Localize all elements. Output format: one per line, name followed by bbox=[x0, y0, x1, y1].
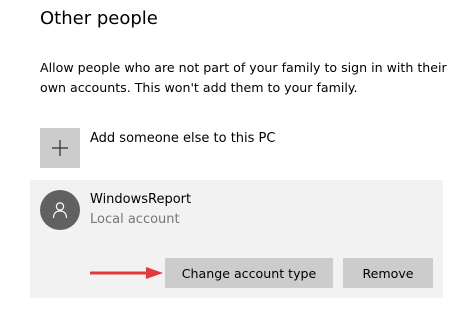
person-icon bbox=[52, 202, 68, 219]
add-someone-else-button[interactable]: Add someone else to this PC bbox=[40, 128, 275, 170]
account-type-label: Local account bbox=[90, 212, 180, 227]
change-account-type-button[interactable]: Change account type bbox=[165, 258, 333, 288]
page-title: Other people bbox=[40, 8, 158, 29]
red-arrow-annotation bbox=[90, 267, 163, 279]
add-someone-else-label: Add someone else to this PC bbox=[90, 131, 276, 146]
section-description: Allow people who are not part of your fa… bbox=[40, 60, 447, 95]
account-name: WindowsReport bbox=[90, 192, 192, 207]
add-user-tile[interactable] bbox=[40, 128, 80, 168]
avatar bbox=[40, 190, 80, 230]
plus-icon bbox=[52, 140, 68, 156]
account-item[interactable]: WindowsReport Local account Change accou… bbox=[30, 180, 443, 298]
remove-button[interactable]: Remove bbox=[343, 258, 433, 288]
